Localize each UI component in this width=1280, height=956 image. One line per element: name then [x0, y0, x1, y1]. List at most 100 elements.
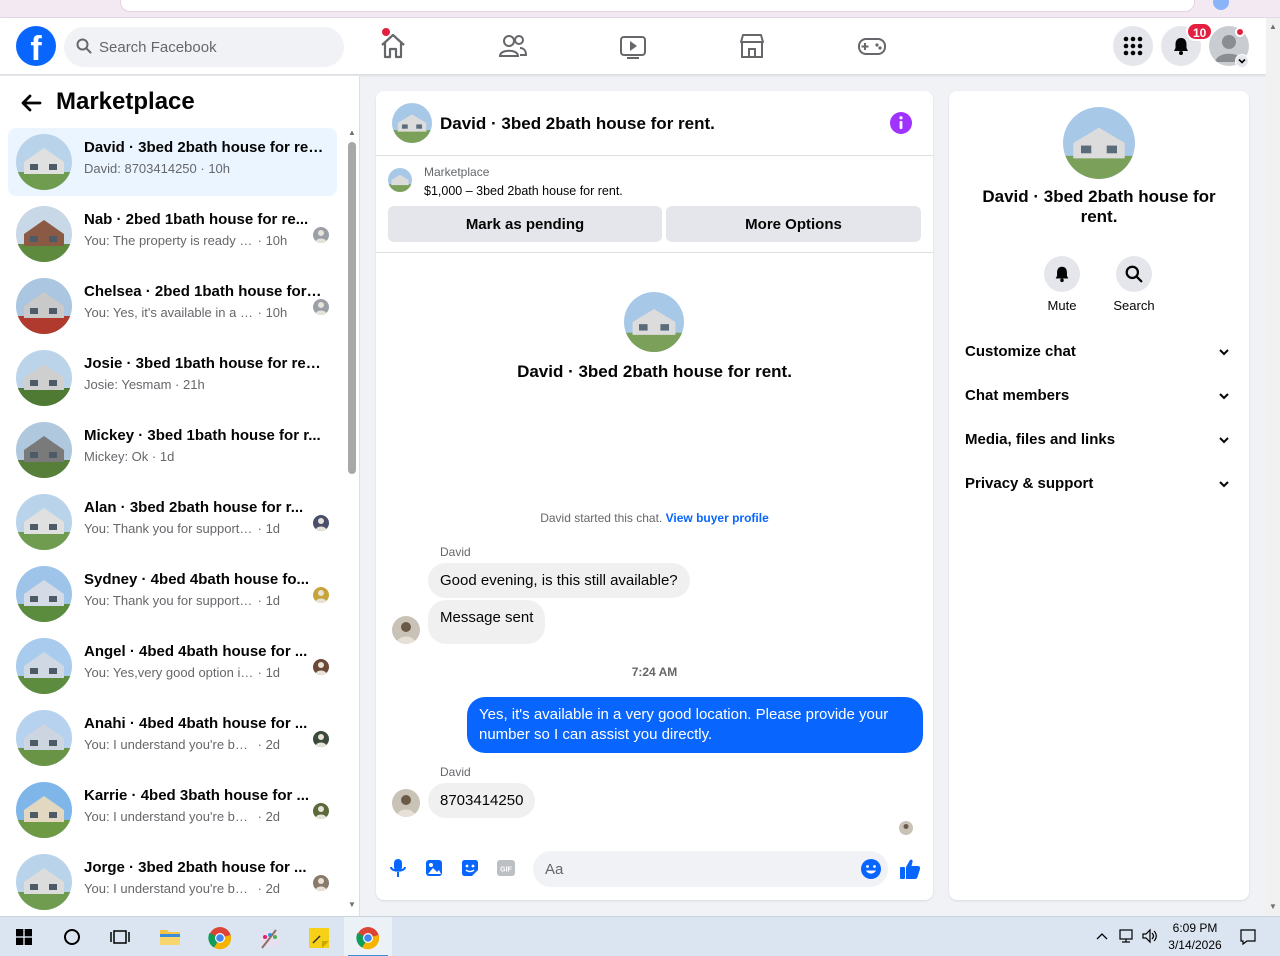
chat-list-item[interactable]: David · 3bed 2bath house for rent. David:…	[8, 128, 337, 196]
scroll-down-arrow-icon[interactable]: ▼	[1269, 902, 1277, 911]
info-panel-thumbnail[interactable]	[1063, 107, 1135, 179]
chat-separator: ·	[196, 161, 209, 176]
info-icon[interactable]	[890, 112, 912, 134]
action-center-icon[interactable]	[1239, 928, 1257, 946]
scroll-up-arrow-icon[interactable]: ▲	[348, 128, 356, 137]
chat-list-item[interactable]: Karrie · 4bed 3bath house for ... You: I …	[8, 776, 337, 844]
chat-list-scrollbar[interactable]: ▲ ▼	[346, 128, 358, 914]
more-options-button[interactable]: More Options	[666, 206, 921, 242]
chevron-down-icon	[1219, 437, 1229, 444]
chat-title: Karrie · 4bed 3bath house for ...	[84, 787, 310, 804]
photo-icon[interactable]	[423, 857, 445, 879]
chat-list-item[interactable]: Chelsea · 2bed 1bath house for r... You: …	[8, 272, 337, 340]
account-chevron-icon[interactable]	[1235, 54, 1249, 68]
scrollbar-thumb[interactable]	[348, 142, 356, 474]
incoming-message[interactable]: Good evening, is this still available?	[428, 563, 690, 598]
intro-thumbnail	[624, 292, 684, 352]
watch-icon[interactable]	[617, 30, 649, 62]
incoming-message[interactable]: 8703414250	[428, 783, 536, 818]
mute-button[interactable]	[1044, 256, 1080, 292]
conversation-thumbnail[interactable]	[392, 103, 432, 143]
incoming-message[interactable]: Message sent	[428, 600, 546, 644]
address-bar[interactable]	[120, 0, 1195, 12]
file-explorer-button[interactable]	[146, 917, 194, 956]
privacy-support-section[interactable]: Privacy & support	[949, 463, 1249, 507]
message-input[interactable]	[545, 851, 845, 887]
message-input-box[interactable]	[533, 851, 888, 887]
chat-list-item[interactable]: Nab · 2bed 1bath house for re... You: The…	[8, 200, 337, 268]
chat-list-item[interactable]: Sydney · 4bed 4bath house fo... You: Than…	[8, 560, 337, 628]
windows-logo-icon	[16, 929, 32, 945]
section-title: Chat members	[965, 387, 1070, 404]
home-icon[interactable]	[377, 30, 409, 62]
mute-action[interactable]: Mute	[1032, 256, 1092, 313]
chat-list-item[interactable]: Josie · 3bed 1bath house for rent. Josie:…	[8, 344, 337, 412]
media-files-links-section[interactable]: Media, files and links	[949, 419, 1249, 463]
marketplace-icon[interactable]	[736, 30, 768, 62]
chrome-active-taskbar-button[interactable]	[344, 917, 392, 956]
window-scrollbar[interactable]: ▲ ▼	[1266, 18, 1280, 916]
view-buyer-profile-link[interactable]: View buyer profile	[666, 511, 769, 525]
conversation-header: David · 3bed 2bath house for rent.	[376, 91, 933, 156]
outgoing-message[interactable]: Yes, it's available in a very good locat…	[467, 697, 923, 753]
chrome-taskbar-button[interactable]	[196, 917, 244, 956]
sticky-notes-taskbar-button[interactable]	[295, 917, 343, 956]
chat-members-section[interactable]: Chat members	[949, 375, 1249, 419]
conversation-title[interactable]: David · 3bed 2bath house for rent.	[440, 114, 715, 134]
sticker-icon[interactable]	[459, 857, 481, 879]
start-button[interactable]	[0, 917, 48, 956]
scroll-down-arrow-icon[interactable]: ▼	[348, 900, 356, 909]
microphone-icon[interactable]	[387, 857, 409, 879]
task-view-button[interactable]	[96, 917, 144, 956]
intro-title: David · 3bed 2bath house for rent.	[517, 362, 792, 381]
menu-button[interactable]	[1113, 26, 1153, 66]
chat-title: Mickey · 3bed 1bath house for r...	[84, 427, 321, 444]
search-taskbar-button[interactable]	[48, 917, 96, 956]
customize-chat-section[interactable]: Customize chat	[949, 331, 1249, 375]
mark-as-pending-button[interactable]: Mark as pending	[388, 206, 662, 242]
system-clock[interactable]: 6:09 PM 3/14/2026	[1160, 920, 1230, 954]
chat-last-message: You: I understand you're busy. It'...	[84, 881, 254, 896]
chat-list-item[interactable]: Jorge · 3bed 2bath house for ... You: I u…	[8, 848, 337, 916]
chat-time: 1d	[159, 449, 175, 464]
chat-list-item[interactable]: Anahi · 4bed 4bath house for ... You: I u…	[8, 704, 337, 772]
chevron-up-icon[interactable]	[1096, 931, 1108, 943]
chat-list-item[interactable]: Angel · 4bed 4bath house for ... You: Yes…	[8, 632, 337, 700]
listing-description[interactable]: $1,000 – 3bed 2bath house for rent.	[424, 184, 623, 198]
back-arrow-icon[interactable]	[20, 92, 42, 114]
sender-avatar[interactable]	[392, 616, 420, 644]
chat-title: Josie · 3bed 1bath house for rent.	[84, 355, 324, 372]
search-action[interactable]: Search	[1104, 256, 1164, 313]
scroll-up-arrow-icon[interactable]: ▲	[1269, 22, 1277, 31]
search-in-chat-button[interactable]	[1116, 256, 1152, 292]
chat-last-message: You: Yes, it's available in a very go...	[84, 305, 254, 320]
paint-taskbar-button[interactable]	[246, 917, 294, 956]
chat-list-item[interactable]: Mickey · 3bed 1bath house for r... Mickey…	[8, 416, 337, 484]
extension-icon[interactable]	[1213, 0, 1229, 10]
seen-avatar	[313, 659, 329, 675]
search-input[interactable]	[99, 27, 334, 67]
gif-icon[interactable]: GIF	[495, 857, 517, 879]
listing-thumbnail	[16, 638, 72, 694]
listing-thumbnail[interactable]	[388, 168, 412, 192]
search-label: Search	[1113, 298, 1155, 313]
seen-avatar	[313, 515, 329, 531]
network-icon[interactable]	[1118, 928, 1136, 944]
search-box[interactable]	[64, 27, 344, 67]
chat-last-message: David: 8703414250	[84, 161, 197, 176]
folder-icon	[160, 930, 180, 945]
sender-avatar[interactable]	[392, 789, 420, 817]
facebook-logo-icon[interactable]: f	[16, 26, 56, 66]
chat-title: Alan · 3bed 2bath house for r...	[84, 499, 304, 516]
emoji-icon[interactable]	[860, 858, 882, 880]
listing-thumbnail	[16, 134, 72, 190]
chat-preview: You: I understand you're busy. It'... · …	[84, 881, 304, 896]
gaming-icon[interactable]	[856, 30, 888, 62]
message-sender: David	[440, 545, 471, 559]
bell-icon	[1055, 266, 1069, 283]
chat-list-item[interactable]: Alan · 3bed 2bath house for r... You: Tha…	[8, 488, 337, 556]
friends-icon[interactable]	[497, 30, 529, 62]
volume-icon[interactable]	[1141, 928, 1159, 944]
thumbs-up-icon[interactable]	[898, 857, 922, 881]
listing-thumbnail	[16, 422, 72, 478]
